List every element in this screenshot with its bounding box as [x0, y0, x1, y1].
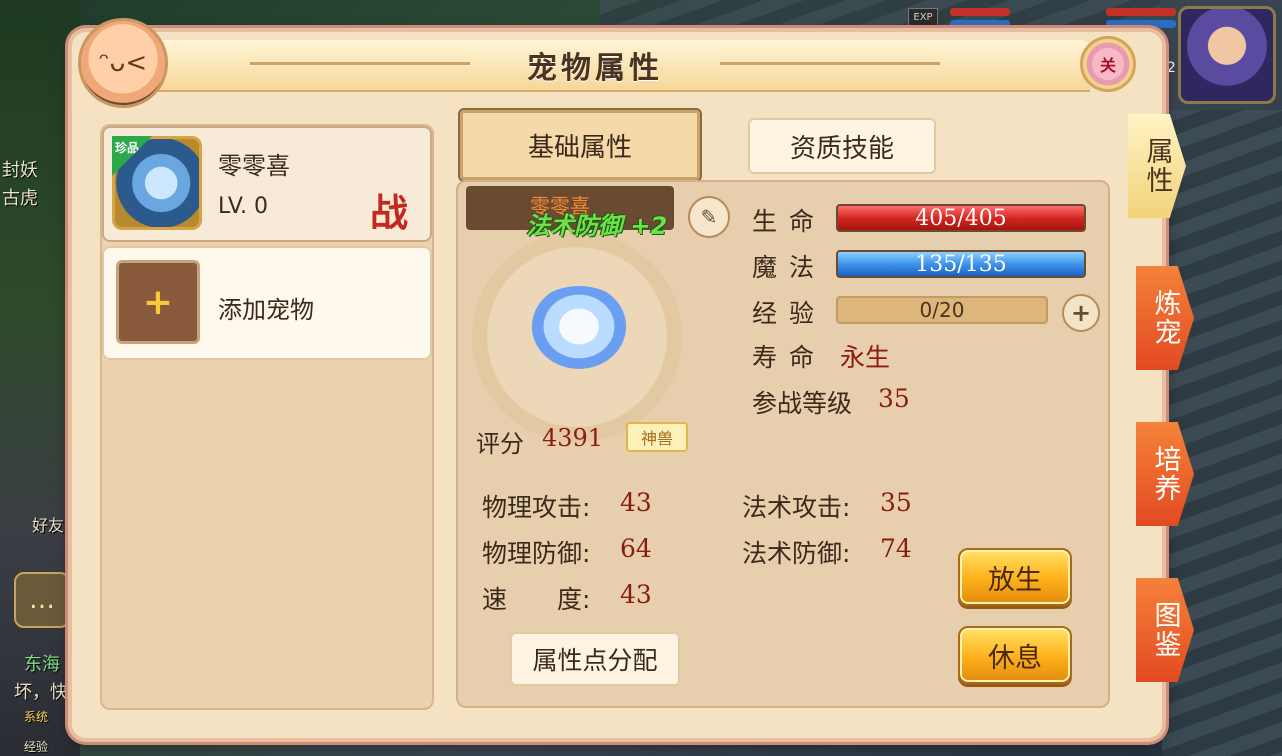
chat-text-2: 古虎: [2, 188, 38, 209]
phys-atk-value: 43: [620, 488, 652, 517]
chat-text-6: 系统: [24, 710, 49, 724]
chat-text-5: 坏，快: [14, 682, 68, 703]
chat-text-4: 东海: [24, 654, 60, 675]
hp-label: 生 命: [752, 207, 816, 236]
hero-avatar[interactable]: [1178, 6, 1276, 104]
battle-level-value: 35: [878, 384, 910, 413]
battle-level-label: 参战等级: [752, 389, 853, 418]
chat-text-1: 封妖: [2, 160, 38, 181]
chat-text-7: 经验: [24, 740, 49, 754]
background-roof-top: [600, 0, 1160, 34]
close-button[interactable]: 关: [1080, 36, 1136, 92]
exp-bar: 0/20: [836, 296, 1048, 324]
release-button[interactable]: 放生: [958, 548, 1072, 606]
pet-list-name: 零零喜: [218, 152, 290, 180]
hud-hp-bar-2: [1106, 8, 1176, 16]
phys-def-value: 64: [620, 534, 652, 563]
mp-bar: 135/135: [836, 250, 1086, 278]
allocate-points-button[interactable]: 属性点分配: [510, 632, 680, 686]
hud-mp-bar-2: [1106, 20, 1176, 28]
pet-list-level: LV. 0: [218, 194, 269, 219]
tab-basic-attributes[interactable]: 基础属性: [458, 108, 702, 182]
hud-mp-bar: [950, 20, 1010, 28]
divine-beast-tag: 神兽: [626, 422, 688, 452]
buff-popup: 法术防御 +2: [526, 212, 668, 240]
score-label: 评分: [476, 430, 524, 458]
add-pet-label: 添加宠物: [218, 296, 314, 324]
score-value: 4391: [542, 424, 604, 452]
hud-hp-bar: [950, 8, 1010, 16]
life-label: 寿 命: [752, 343, 816, 372]
pet-model: [524, 286, 634, 376]
chat-text-3[interactable]: 好友: [32, 512, 64, 536]
hp-bar: 405/405: [836, 204, 1086, 232]
add-pet-plus-icon[interactable]: +: [116, 260, 200, 344]
battle-badge: 战: [370, 190, 409, 235]
background-scene-left: [0, 0, 80, 756]
speed-value: 43: [620, 580, 652, 609]
tab-aptitude-skills[interactable]: 资质技能: [748, 118, 936, 174]
life-value: 永生: [840, 343, 891, 372]
magic-atk-value: 35: [880, 488, 912, 517]
mp-label: 魔 法: [752, 253, 816, 282]
magic-def-value: 74: [880, 534, 912, 563]
phys-def-label: 物理防御:: [482, 539, 591, 568]
title-ornament-left: [250, 62, 470, 65]
speed-label: 速 度:: [482, 585, 591, 614]
title-ornament-right: [720, 62, 940, 65]
chat-bubble-icon[interactable]: …: [14, 572, 70, 628]
add-exp-plus-icon[interactable]: +: [1062, 294, 1100, 332]
pencil-icon[interactable]: ✎: [688, 196, 730, 238]
panel-title: 宠物属性: [527, 51, 663, 86]
rest-button[interactable]: 休息: [958, 626, 1072, 684]
panel-title-bar: 宠物属性: [100, 40, 1090, 92]
magic-atk-label: 法术攻击:: [742, 493, 851, 522]
phys-atk-label: 物理攻击:: [482, 493, 591, 522]
magic-def-label: 法术防御:: [742, 539, 851, 568]
exp-tag: EXP: [908, 8, 938, 26]
mascot-face-icon: ᵔᴗ<: [78, 18, 168, 108]
exp-label: 经 验: [752, 299, 816, 328]
